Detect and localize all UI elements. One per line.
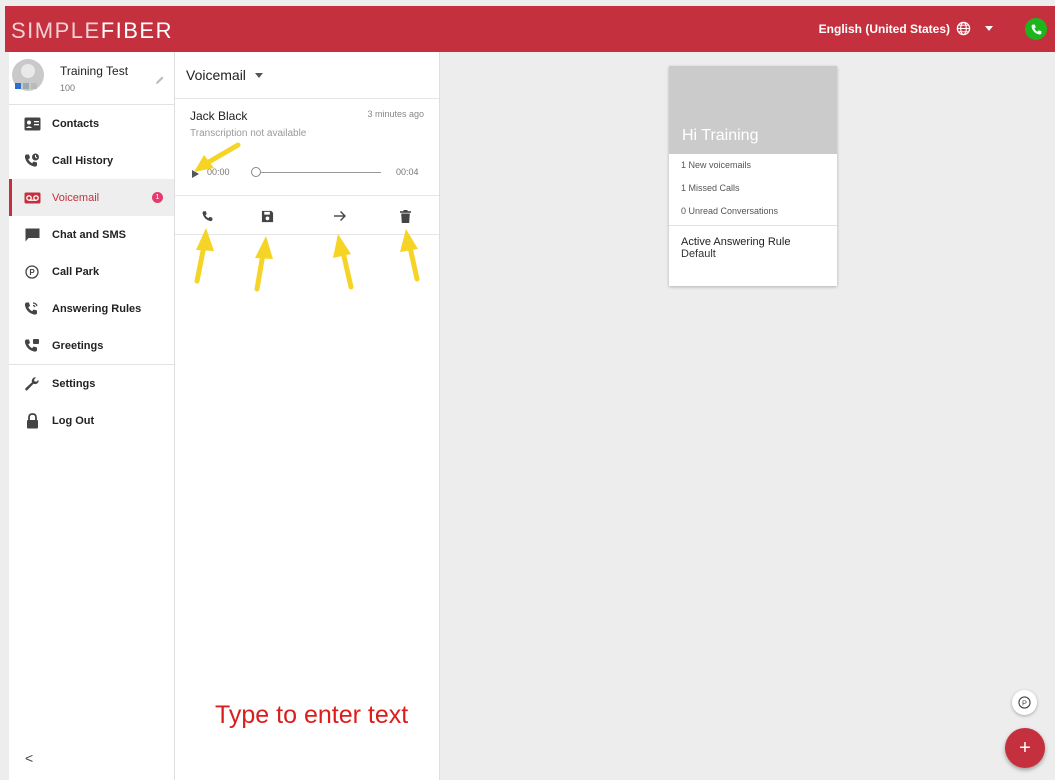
answering-rule-title: Active Answering Rule bbox=[681, 236, 791, 248]
call-park-icon: P bbox=[1018, 696, 1031, 709]
call-park-button[interactable]: P bbox=[1012, 690, 1037, 715]
stat-missed-calls[interactable]: 1 Missed Calls bbox=[669, 177, 837, 200]
card-header: Hi Training bbox=[669, 66, 837, 154]
add-button[interactable]: + bbox=[1005, 728, 1045, 768]
answering-rule-value: Default bbox=[681, 248, 716, 260]
stat-new-voicemails[interactable]: 1 New voicemails bbox=[669, 154, 837, 177]
summary-card: Hi Training 1 New voicemails 1 Missed Ca… bbox=[669, 66, 837, 286]
greeting-title: Hi Training bbox=[682, 127, 759, 144]
svg-text:P: P bbox=[1022, 698, 1027, 707]
annotation-arrows bbox=[194, 142, 420, 292]
stat-unread-conversations[interactable]: 0 Unread Conversations bbox=[669, 200, 837, 223]
card-divider bbox=[669, 225, 837, 226]
